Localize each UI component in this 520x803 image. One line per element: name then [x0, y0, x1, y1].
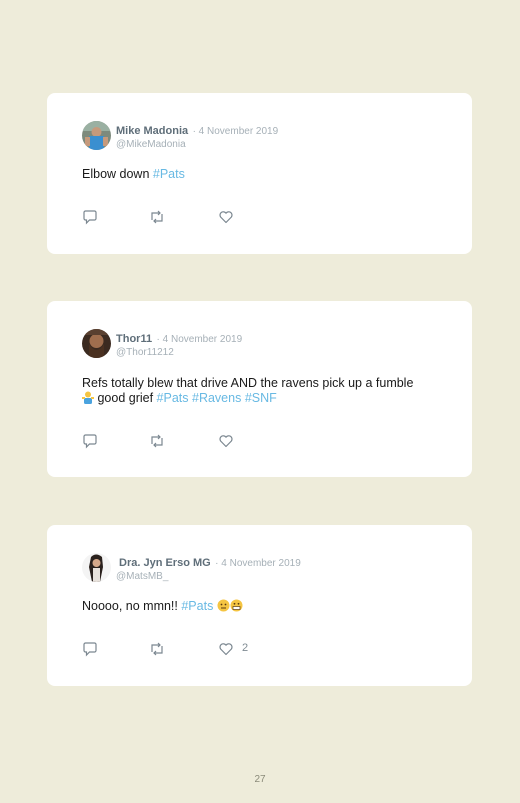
tweet-actions — [82, 209, 282, 225]
retweet-icon[interactable] — [149, 209, 165, 225]
tweet-meta: Dra. Jyn Erso MG · 4 November 2019 @Mats… — [116, 555, 301, 583]
tweet-text-body: Elbow down — [82, 167, 153, 181]
hashtag[interactable]: #Ravens — [192, 391, 241, 405]
like-icon[interactable] — [218, 641, 234, 657]
like-icon[interactable] — [218, 209, 234, 225]
tweet-text: Elbow down #Pats — [82, 167, 447, 182]
grimacing-face-icon — [230, 599, 243, 616]
tweet-text: Noooo, no mmn!! #Pats — [82, 599, 447, 616]
user-handle[interactable]: @MikeMadonia — [116, 138, 278, 151]
user-name[interactable]: Mike Madonia — [116, 125, 188, 137]
reply-icon[interactable] — [82, 433, 98, 449]
avatar[interactable] — [82, 553, 111, 582]
tweet-actions — [82, 433, 282, 449]
like-icon[interactable] — [218, 433, 234, 449]
tweet-meta: Mike Madonia · 4 November 2019 @MikeMado… — [116, 123, 278, 151]
hashtag[interactable]: #SNF — [245, 391, 277, 405]
hashtag[interactable]: #Pats — [181, 599, 213, 613]
retweet-icon[interactable] — [149, 641, 165, 657]
hashtag[interactable]: #Pats — [153, 167, 185, 181]
person-shrugging-icon — [82, 391, 94, 408]
hashtag[interactable]: #Pats — [157, 391, 189, 405]
tweet-date[interactable]: · 4 November 2019 — [215, 558, 301, 569]
user-name[interactable]: Dra. Jyn Erso MG — [119, 557, 211, 569]
tweet-text-body-2: good grief — [94, 391, 157, 405]
reply-icon[interactable] — [82, 641, 98, 657]
avatar[interactable] — [82, 329, 111, 358]
tweet-card: Dra. Jyn Erso MG · 4 November 2019 @Mats… — [47, 525, 472, 686]
like-count: 2 — [242, 642, 249, 654]
reply-icon[interactable] — [82, 209, 98, 225]
tweet-card: Thor11 · 4 November 2019 @Thor11212 Refs… — [47, 301, 472, 477]
user-handle[interactable]: @MatsMB_ — [116, 570, 301, 583]
user-name[interactable]: Thor11 — [116, 333, 152, 345]
tweet-text: Refs totally blew that drive AND the rav… — [82, 376, 447, 408]
avatar[interactable] — [82, 121, 111, 150]
face-with-raised-eyebrow-icon — [217, 599, 230, 616]
tweet-date[interactable]: · 4 November 2019 — [157, 334, 243, 345]
tweet-actions: 2 — [82, 641, 282, 657]
tweet-meta: Thor11 · 4 November 2019 @Thor11212 — [116, 331, 242, 359]
tweet-text-body: Refs totally blew that drive AND the rav… — [82, 376, 414, 390]
tweet-card: Mike Madonia · 4 November 2019 @MikeMado… — [47, 93, 472, 254]
retweet-icon[interactable] — [149, 433, 165, 449]
tweet-date[interactable]: · 4 November 2019 — [193, 126, 279, 137]
tweet-text-body: Noooo, no mmn!! — [82, 599, 182, 613]
user-handle[interactable]: @Thor11212 — [116, 346, 242, 359]
page-number: 27 — [254, 774, 266, 785]
